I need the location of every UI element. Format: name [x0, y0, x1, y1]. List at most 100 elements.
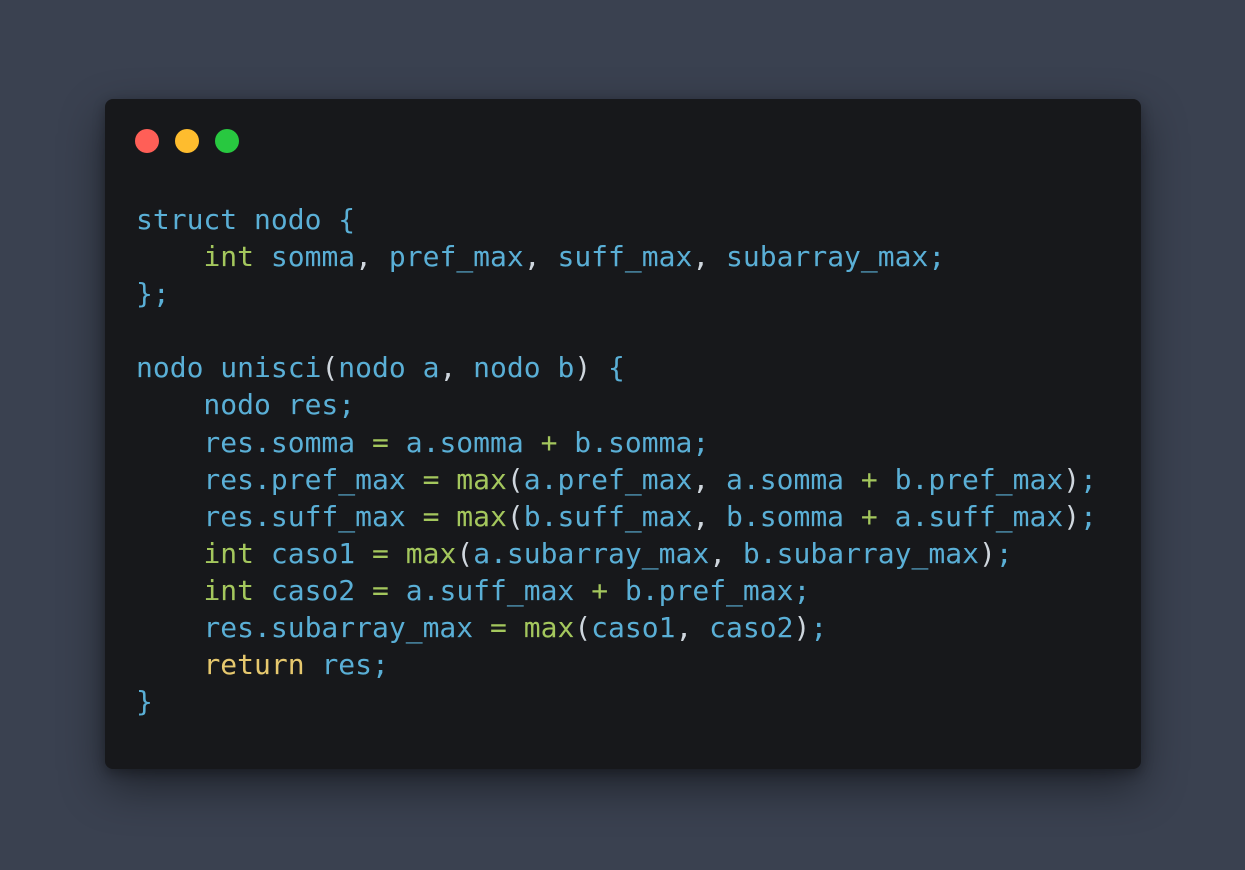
code-line: };: [136, 275, 1097, 312]
code-token: subarray_max;: [709, 240, 946, 274]
code-token: a.pref_max: [523, 462, 693, 496]
code-line: int caso1 = max(a.subarray_max, b.subarr…: [136, 535, 1097, 572]
code-token: +: [591, 573, 609, 607]
code-token: (: [506, 462, 524, 496]
code-token: a.suff_max: [388, 573, 592, 607]
code-token: b.somma: [709, 499, 861, 533]
code-token: caso2: [254, 573, 373, 607]
code-token: res;: [304, 648, 389, 682]
code-token: max: [405, 536, 457, 570]
code-token: ): [574, 351, 592, 385]
code-token: b.pref_max;: [608, 573, 811, 607]
code-line: int somma, pref_max, suff_max, subarray_…: [136, 238, 1097, 275]
code-line: nodo res;: [136, 386, 1097, 423]
code-token: b.suff_max: [523, 499, 693, 533]
code-token: ;: [810, 611, 828, 645]
code-token: +: [540, 425, 558, 459]
close-button[interactable]: [135, 129, 159, 153]
code-token: res.pref_max: [136, 462, 423, 496]
code-token: ;: [995, 536, 1013, 570]
code-token: =: [422, 462, 440, 496]
code-token: int: [203, 240, 255, 274]
code-line: nodo unisci(nodo a, nodo b) {: [136, 349, 1097, 386]
code-token: };: [136, 277, 170, 311]
code-token: =: [490, 611, 507, 645]
code-token: =: [422, 499, 440, 533]
code-line: int caso2 = a.suff_max + b.pref_max;: [136, 572, 1097, 609]
code-token: (: [321, 351, 339, 385]
code-line: res.subarray_max = max(caso1, caso2);: [136, 609, 1097, 646]
code-line: return res;: [136, 646, 1097, 683]
code-token: {: [591, 351, 625, 385]
code-token: nodo b: [456, 351, 575, 385]
code-token: a.somma: [388, 425, 541, 459]
code-token: pref_max: [372, 240, 524, 274]
code-token: ,: [692, 499, 710, 533]
code-token: +: [860, 499, 878, 533]
code-token: somma: [254, 240, 356, 274]
code-token: suff_max: [540, 240, 693, 274]
code-token: res.suff_max: [136, 499, 423, 533]
code-token: ): [1063, 462, 1081, 496]
code-token: struct nodo {: [136, 203, 356, 236]
code-token: max: [456, 499, 507, 533]
maximize-button[interactable]: [215, 129, 239, 153]
code-token: a.suff_max: [877, 499, 1064, 533]
code-token: ): [793, 611, 811, 645]
code-token: ;: [1080, 499, 1097, 533]
code-token: res.somma: [136, 425, 373, 459]
code-line: res.somma = a.somma + b.somma;: [136, 424, 1097, 461]
code-token: b.pref_max: [877, 462, 1064, 496]
code-token: ): [1063, 499, 1081, 533]
code-token: (: [506, 499, 524, 533]
code-token: nodo a: [338, 351, 440, 385]
code-token: ,: [675, 611, 693, 645]
code-token: int: [203, 536, 255, 570]
code-token: (: [574, 611, 592, 645]
code-block: struct nodo { int somma, pref_max, suff_…: [136, 201, 1097, 720]
code-token: int: [203, 573, 255, 607]
code-token: ,: [692, 240, 710, 274]
code-token: b.subarray_max: [726, 536, 979, 570]
code-token: res.subarray_max: [136, 611, 491, 645]
code-token: caso2: [692, 611, 794, 645]
code-token: ,: [692, 462, 710, 496]
code-token: b.somma;: [557, 425, 710, 459]
code-token: a.somma: [709, 462, 861, 496]
code-line: res.suff_max = max(b.suff_max, b.somma +…: [136, 498, 1097, 535]
code-token: ;: [1080, 462, 1097, 496]
code-token: max: [456, 462, 507, 496]
code-token: =: [372, 425, 389, 459]
code-token: ): [978, 536, 996, 570]
minimize-button[interactable]: [175, 129, 199, 153]
code-token: }: [136, 685, 153, 719]
code-line: }: [136, 683, 1097, 720]
code-token: ,: [523, 240, 541, 274]
code-window: struct nodo { int somma, pref_max, suff_…: [105, 99, 1141, 769]
code-token: max: [523, 611, 575, 645]
code-line: struct nodo {: [136, 201, 1097, 238]
code-token: caso1: [591, 611, 676, 645]
code-token: =: [372, 573, 389, 607]
code-token: +: [860, 462, 878, 496]
code-token: a.subarray_max: [473, 536, 710, 570]
code-token: (: [456, 536, 474, 570]
code-token: ,: [439, 351, 457, 385]
code-token: ,: [709, 536, 727, 570]
code-token: caso1: [254, 536, 373, 570]
code-token: return: [203, 648, 305, 682]
code-line: res.pref_max = max(a.pref_max, a.somma +…: [136, 461, 1097, 498]
code-token: nodo unisci: [136, 351, 322, 385]
code-token: nodo res;: [136, 388, 356, 422]
code-token: ,: [355, 240, 373, 274]
code-token: =: [372, 536, 389, 570]
